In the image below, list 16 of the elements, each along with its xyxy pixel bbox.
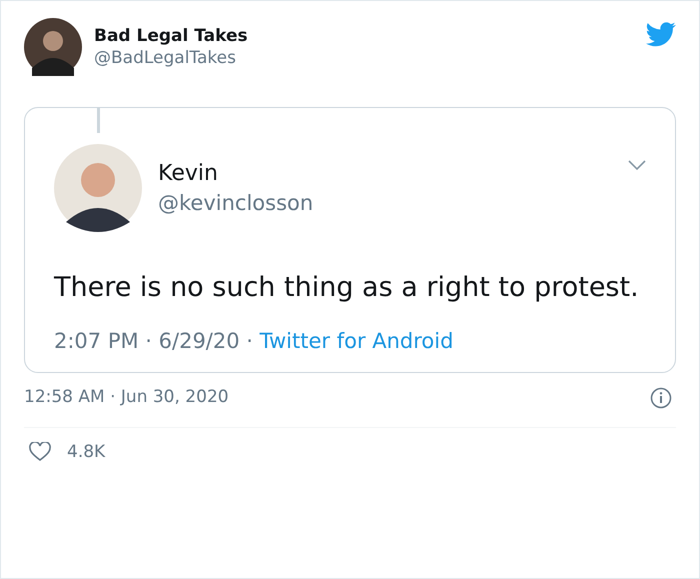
quoted-tweet[interactable]: Kevin @kevinclosson There is no such thing as a right to protest. 2:07 PM · 6/29/20 · Twitter for Android (24, 107, 676, 372)
avatar-icon (24, 18, 82, 76)
tweet-timestamp: 2:07 PM · 6/29/20 · (54, 329, 253, 353)
info-icon[interactable] (650, 386, 672, 408)
tweet-timestamp[interactable]: 12:58 AM · Jun 30, 2020 (24, 384, 229, 410)
author-handle: @kevinclosson (158, 190, 314, 217)
author-name: Bad Legal Takes (94, 24, 248, 47)
heart-icon[interactable] (29, 442, 51, 462)
author-handle: @BadLegalTakes (94, 47, 237, 70)
source-link[interactable]: Twitter for Android (260, 329, 454, 353)
chevron-down-icon[interactable] (628, 160, 646, 170)
like-count: 4.8K (67, 440, 106, 464)
author-name: Kevin (158, 160, 219, 188)
tweet-text: There is no such thing as a right to protest. (54, 271, 640, 305)
bird-logo-icon (646, 22, 676, 47)
avatar-icon (54, 144, 142, 232)
